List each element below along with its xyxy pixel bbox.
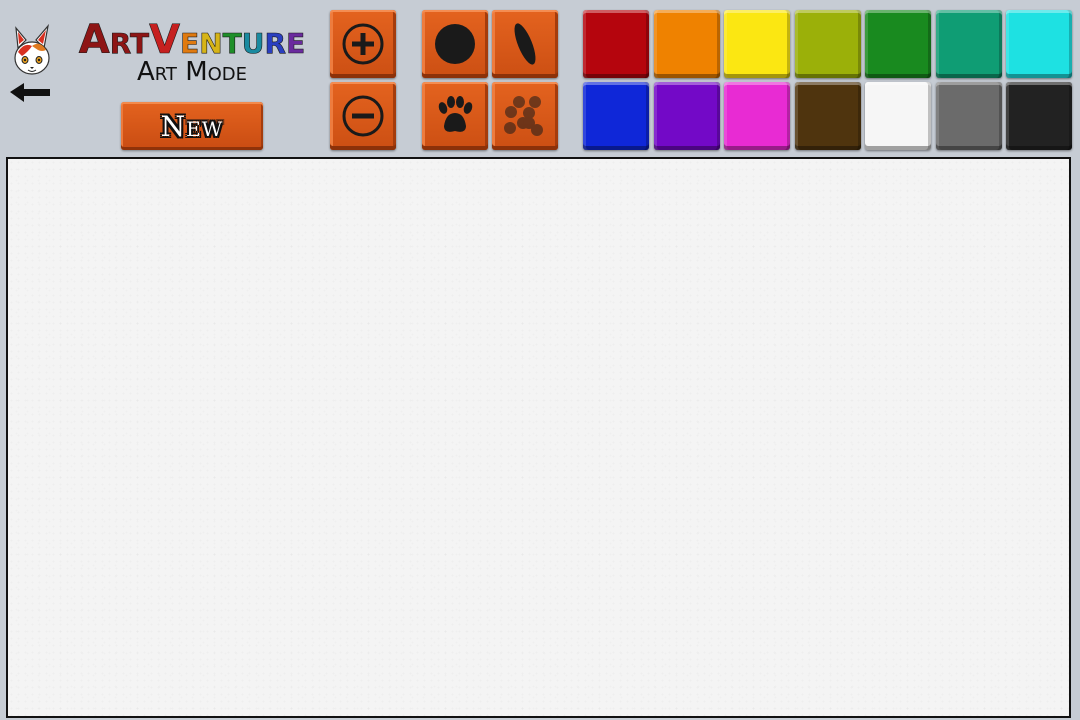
arrow-left-icon xyxy=(10,83,50,102)
color-swatch[interactable] xyxy=(795,10,861,78)
increase-size-button[interactable] xyxy=(330,10,396,78)
color-swatch[interactable] xyxy=(936,82,1002,150)
color-swatch[interactable] xyxy=(583,82,649,150)
decrease-size-button[interactable] xyxy=(330,82,396,150)
color-swatch[interactable] xyxy=(865,82,931,150)
color-swatch[interactable] xyxy=(724,82,790,150)
color-swatch[interactable] xyxy=(1006,82,1072,150)
logo-title: ArtVenture xyxy=(76,17,308,63)
minus-circle-icon xyxy=(342,95,384,137)
logo-title-letters: r xyxy=(264,17,287,63)
app-logo: ArtVenture Art Mode xyxy=(76,18,308,90)
spots-brush-icon xyxy=(504,96,543,136)
new-canvas-button[interactable]: New xyxy=(121,102,263,150)
color-swatch[interactable] xyxy=(936,10,1002,78)
back-button[interactable] xyxy=(8,22,56,106)
color-swatch[interactable] xyxy=(654,82,720,150)
logo-title-letters: e xyxy=(286,17,306,63)
oval-brush-button[interactable] xyxy=(492,10,558,78)
color-swatch[interactable] xyxy=(795,82,861,150)
color-swatch[interactable] xyxy=(583,10,649,78)
color-swatch[interactable] xyxy=(654,10,720,78)
color-swatch[interactable] xyxy=(865,10,931,78)
paw-stamp-button[interactable] xyxy=(422,82,488,150)
color-swatch[interactable] xyxy=(724,10,790,78)
drawing-canvas[interactable] xyxy=(6,157,1071,718)
circle-brush-icon xyxy=(435,24,475,64)
plus-circle-icon xyxy=(342,23,384,65)
color-swatch[interactable] xyxy=(1006,10,1072,78)
round-brush-button[interactable] xyxy=(422,10,488,78)
fox-mascot-icon xyxy=(10,23,50,102)
spots-brush-button[interactable] xyxy=(492,82,558,150)
paw-print-icon xyxy=(438,96,473,132)
oval-brush-icon xyxy=(514,23,536,65)
new-button-label: New xyxy=(160,109,224,143)
